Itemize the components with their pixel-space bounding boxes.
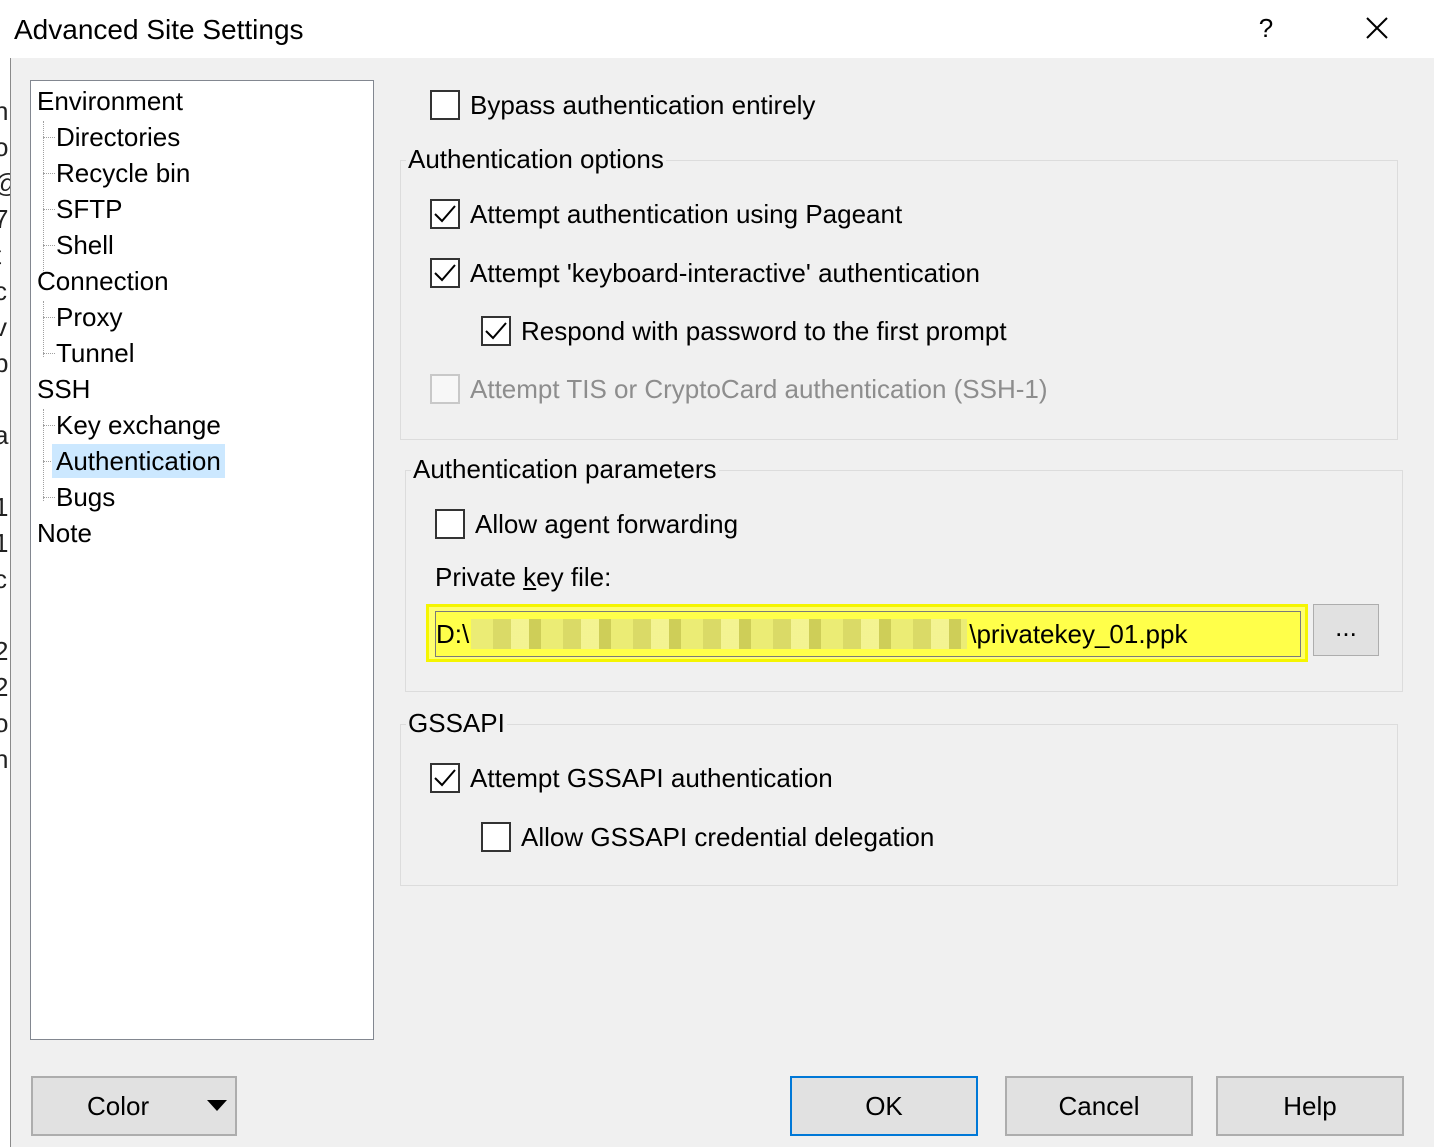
private-key-path-start: D:\ [436, 618, 470, 649]
tree-item-tunnel[interactable]: Tunnel [52, 336, 139, 370]
close-button[interactable] [1352, 6, 1402, 50]
tree-item-note[interactable]: Note [33, 516, 96, 550]
keyboard-interactive-label: Attempt 'keyboard-interactive' authentic… [470, 257, 980, 288]
tree-connector [43, 121, 44, 275]
cancel-button[interactable]: Cancel [1005, 1076, 1193, 1136]
bypass-auth-label: Bypass authentication entirely [470, 89, 816, 120]
background-window-edge: h o @ 7 t c v p a 1 1 c 2 2 o h [0, 0, 11, 1147]
settings-tree[interactable]: Environment Directories Recycle bin SFTP… [30, 80, 374, 1040]
gssapi-delegation-checkbox[interactable] [481, 822, 511, 852]
keyboard-interactive-checkbox[interactable] [430, 258, 460, 288]
private-key-path-end: \privatekey_01.ppk [969, 618, 1188, 649]
tree-item-connection[interactable]: Connection [33, 264, 173, 298]
color-button[interactable]: Color [31, 1076, 237, 1136]
private-key-label: Private key file: [435, 562, 611, 593]
respond-password-label: Respond with password to the first promp… [521, 315, 1007, 346]
tree-item-key-exchange[interactable]: Key exchange [52, 408, 225, 442]
tree-item-recycle-bin[interactable]: Recycle bin [52, 156, 194, 190]
private-key-label-part: Private [435, 562, 524, 592]
gssapi-attempt-checkbox[interactable] [430, 763, 460, 793]
agent-forwarding-checkbox[interactable] [435, 509, 465, 539]
dropdown-arrow-icon [207, 1100, 228, 1111]
gssapi-group [400, 724, 1398, 886]
ok-button[interactable]: OK [790, 1076, 978, 1136]
tree-item-proxy[interactable]: Proxy [52, 300, 126, 334]
gssapi-delegation-option[interactable]: Allow GSSAPI credential delegation [481, 820, 934, 854]
tree-item-ssh[interactable]: SSH [33, 372, 94, 406]
pageant-checkbox[interactable] [430, 199, 460, 229]
color-button-label: Color [87, 1090, 150, 1121]
tree-item-directories[interactable]: Directories [52, 120, 184, 154]
bypass-auth-checkbox[interactable] [430, 90, 460, 120]
title-bar: Advanced Site Settings ? [10, 0, 1434, 58]
close-icon [1366, 17, 1388, 39]
keyboard-interactive-option[interactable]: Attempt 'keyboard-interactive' authentic… [430, 256, 980, 290]
window-title: Advanced Site Settings [14, 14, 304, 45]
help-button[interactable]: Help [1216, 1076, 1404, 1136]
agent-forwarding-option[interactable]: Allow agent forwarding [435, 507, 738, 541]
tis-checkbox [430, 374, 460, 404]
auth-params-group-label: Authentication parameters [411, 454, 719, 485]
gssapi-attempt-option[interactable]: Attempt GSSAPI authentication [430, 761, 833, 795]
tis-label: Attempt TIS or CryptoCard authentication… [470, 373, 1048, 404]
pageant-label: Attempt authentication using Pageant [470, 198, 903, 229]
tree-item-environment[interactable]: Environment [33, 84, 187, 118]
checkmark-icon [434, 264, 456, 282]
help-title-button[interactable]: ? [1246, 6, 1286, 50]
tree-item-shell[interactable]: Shell [52, 228, 118, 262]
pageant-option[interactable]: Attempt authentication using Pageant [430, 197, 902, 231]
private-key-highlight: D:\ \privatekey_01.ppk [426, 604, 1308, 662]
tree-connector [43, 301, 44, 357]
checkmark-icon [434, 205, 456, 223]
private-key-label-accelerator: k [523, 562, 537, 592]
private-key-input[interactable]: D:\ \privatekey_01.ppk [435, 611, 1301, 657]
private-key-label-part: ey file: [536, 562, 612, 592]
tree-item-sftp[interactable]: SFTP [52, 192, 126, 226]
gssapi-group-label: GSSAPI [406, 708, 507, 739]
respond-password-option[interactable]: Respond with password to the first promp… [481, 314, 1007, 348]
tree-connector [43, 409, 44, 501]
browse-key-button[interactable]: ... [1313, 604, 1379, 656]
tis-option: Attempt TIS or CryptoCard authentication… [430, 372, 1048, 406]
redacted-path-segment [471, 619, 968, 649]
tree-item-authentication[interactable]: Authentication [52, 444, 225, 478]
gssapi-delegation-label: Allow GSSAPI credential delegation [521, 821, 935, 852]
gssapi-attempt-label: Attempt GSSAPI authentication [470, 762, 833, 793]
checkmark-icon [485, 322, 507, 340]
tree-item-bugs[interactable]: Bugs [52, 480, 119, 514]
respond-password-checkbox[interactable] [481, 316, 511, 346]
bypass-auth-option[interactable]: Bypass authentication entirely [430, 88, 815, 122]
agent-forwarding-label: Allow agent forwarding [475, 508, 739, 539]
checkmark-icon [434, 769, 456, 787]
auth-options-group-label: Authentication options [406, 144, 666, 175]
